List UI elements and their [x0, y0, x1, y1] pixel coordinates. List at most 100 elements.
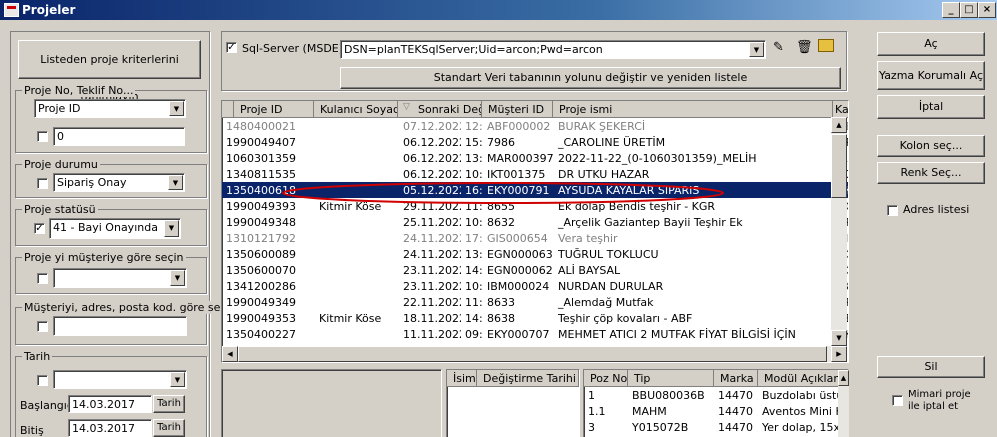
proje-no-input[interactable]: 0 [53, 127, 185, 146]
grid-horizontal-scrollbar[interactable]: ◀ ▶ [222, 346, 847, 362]
cell-proje-ismi: ALİ BAYSAL [558, 263, 621, 277]
table-row[interactable]: 1350600070 23.11.2022 14:45 EGN000062 ALİ BA… [222, 262, 848, 278]
table-row[interactable]: 1990049353 Kitmir Köse 18.11.2022 14:02 8638… [222, 310, 848, 326]
table-row[interactable]: 1990049349 22.11.2022 11:59 8633 _Alemdağ Mu… [222, 294, 848, 310]
scroll-up-icon[interactable]: ▲ [838, 370, 849, 386]
chevron-down-icon[interactable]: ▼ [168, 175, 183, 190]
close-icon[interactable]: × [978, 2, 996, 18]
end-date-input[interactable]: 14.03.2017 [68, 419, 152, 437]
table-row[interactable]: 1480400021 07.12.2022 12:00 ABF000002 BURAK … [222, 118, 848, 134]
statu-checkbox[interactable]: ✓ [34, 223, 45, 234]
open-button[interactable]: Aç [877, 32, 985, 56]
open-readonly-button[interactable]: Yazma Korumalı Aç [877, 61, 985, 90]
col-header-sonraki[interactable]: ▽Sonraki Değiş... [398, 101, 482, 118]
edit-icon[interactable]: ✎ [773, 40, 784, 55]
list-item[interactable]: 1.1 MAHM 14470 Aventos Mini Kalka [584, 403, 844, 419]
define-criteria-button[interactable]: Listeden proje kriterlerini tanımlayın [18, 40, 201, 103]
end-date-button[interactable]: Tarih [153, 419, 185, 437]
table-row[interactable]: 1350600089 24.11.2022 13:14 EGN000063 TUĞRUL… [222, 246, 848, 262]
cell-date: 18.11.2022 [403, 311, 461, 325]
chevron-down-icon[interactable]: ▼ [170, 270, 185, 286]
col-header-modul[interactable]: Modül Açıklaması [758, 370, 848, 387]
col-header-poz[interactable]: Poz No [584, 370, 628, 387]
projects-grid[interactable]: Proje ID Kulanıcı Soyadı ▽Sonraki Değiş.… [221, 100, 849, 363]
col-header-kay[interactable]: Kay [833, 101, 848, 118]
address-list-checkbox[interactable] [887, 205, 898, 216]
cell-proje-ismi: NURDAN DURULAR [558, 279, 664, 293]
cell-proje-ismi: DR UTKU HAZAR [558, 167, 650, 181]
cell-date: 06.12.2022 [403, 151, 461, 165]
adres-checkbox[interactable] [37, 321, 48, 332]
cell-proje-id: 1350600089 [226, 247, 296, 261]
table-row[interactable]: 1060301359 06.12.2022 13:03 MAR000397 2022-1… [222, 150, 848, 166]
history-list[interactable]: İsim Değiştirme Tarihi [446, 369, 580, 437]
cell-date: 24.11.2022 [403, 247, 461, 261]
col-header-musteri[interactable]: Müşteri ID [482, 101, 553, 118]
cell-proje-id: 1990049348 [226, 215, 296, 229]
dsn-select[interactable]: DSN=planTEKSqlServer;Uid=arcon;Pwd=arcon… [340, 40, 766, 59]
chevron-down-icon[interactable]: ▼ [749, 42, 764, 57]
cell-musteri: EGN000063 [487, 247, 553, 261]
cell-poz: 1 [588, 388, 595, 402]
list-item[interactable]: 3 Y015072B 14470 Yer dolap, 15x72cn [584, 419, 844, 435]
cell-kullanici [315, 246, 399, 262]
tarih-select[interactable]: ▼ [53, 370, 187, 389]
chevron-down-icon[interactable]: ▼ [164, 220, 179, 237]
scroll-down-icon[interactable]: ▼ [831, 330, 847, 346]
list-item[interactable]: 1 BBU080036B 14470 Buzdolabı üstü dola [584, 387, 844, 403]
cell-musteri: IBM000024 [487, 279, 550, 293]
cell-proje-id: 1340811535 [226, 167, 296, 181]
folder-open-icon[interactable] [818, 39, 834, 52]
grid-vertical-scrollbar[interactable]: ▲ ▼ [831, 117, 847, 346]
col-header-marka[interactable]: Marka [714, 370, 758, 387]
table-row[interactable]: 1310121792 24.11.2022 17:10 GIS000654 Vera t… [222, 230, 848, 246]
adres-input[interactable] [53, 316, 187, 336]
proje-no-checkbox[interactable] [37, 131, 48, 142]
minimize-icon[interactable]: _ [942, 2, 960, 18]
cell-date: 11.11.2022 [403, 327, 461, 341]
cell-proje-id: 1990049407 [226, 135, 296, 149]
durum-select[interactable]: Sipariş Onay ▼ [53, 173, 185, 192]
scroll-thumb[interactable] [831, 134, 847, 198]
col-header-isim[interactable]: İsim [447, 370, 477, 387]
table-row[interactable]: 1990049348 25.11.2022 10:58 8632 _Arçelik Ga… [222, 214, 848, 230]
statu-select[interactable]: 41 - Bayi Onayında ▼ [49, 218, 181, 239]
cell-time: 11:59 [465, 295, 483, 309]
proje-no-select[interactable]: Proje ID ▼ [34, 99, 186, 118]
col-header-proje-ismi[interactable]: Proje ismi [553, 101, 833, 118]
col-header-proje-id[interactable]: Proje ID [234, 101, 314, 118]
select-columns-button[interactable]: Kolon seç... [877, 135, 985, 157]
table-row[interactable]: 1990049407 06.12.2022 15:37 7986 _CAROLINE Ü… [222, 134, 848, 150]
positions-list[interactable]: Poz No Tip Marka Modül Açıklaması 1 BBU08… [583, 369, 849, 437]
col-header-tip[interactable]: Tip [628, 370, 714, 387]
hscroll-thumb[interactable] [238, 346, 827, 362]
start-date-button[interactable]: Tarih [153, 395, 185, 413]
musteri-checkbox[interactable] [37, 273, 48, 284]
sql-server-checkbox[interactable]: ✓ [226, 42, 237, 53]
change-db-button[interactable]: Standart Veri tabanının yolunu değiştir … [340, 67, 841, 89]
scroll-right-icon[interactable]: ▶ [831, 346, 847, 362]
delete-button[interactable]: Sil [877, 356, 985, 378]
maximize-icon[interactable]: □ [960, 2, 978, 18]
trash-icon[interactable]: 🗑 [796, 40, 813, 55]
cell-proje-ismi: Vera teşhir [558, 231, 618, 245]
cell-proje-id: 1990049349 [226, 295, 296, 309]
col-header-degistirme[interactable]: Değiştirme Tarihi [477, 370, 579, 387]
tarih-checkbox[interactable] [37, 375, 48, 386]
table-row[interactable]: 1340811535 06.12.2022 10:03 IKT001375 DR UTK… [222, 166, 848, 182]
scroll-up-icon[interactable]: ▲ [831, 117, 847, 133]
col-header-kullanici[interactable]: Kulanıcı Soyadı [314, 101, 398, 118]
positions-scrollbar[interactable]: ▲ [838, 370, 849, 437]
durum-checkbox[interactable] [37, 178, 48, 189]
table-row[interactable]: 1350400227 11.11.2022 09:58 EKY000707 MEHMET… [222, 326, 848, 342]
row-header-corner [222, 101, 234, 118]
cancel-button[interactable]: İptal [877, 95, 985, 119]
mimari-checkbox[interactable] [892, 395, 903, 406]
select-color-button[interactable]: Renk Seç... [877, 162, 985, 184]
chevron-down-icon[interactable]: ▼ [169, 101, 184, 116]
scroll-left-icon[interactable]: ◀ [222, 346, 238, 362]
table-row[interactable]: 1341200286 23.11.2022 10:42 IBM000024 NURDAN… [222, 278, 848, 294]
musteri-select[interactable]: ▼ [53, 268, 187, 288]
chevron-down-icon[interactable]: ▼ [170, 372, 185, 387]
start-date-input[interactable]: 14.03.2017 [68, 395, 152, 413]
